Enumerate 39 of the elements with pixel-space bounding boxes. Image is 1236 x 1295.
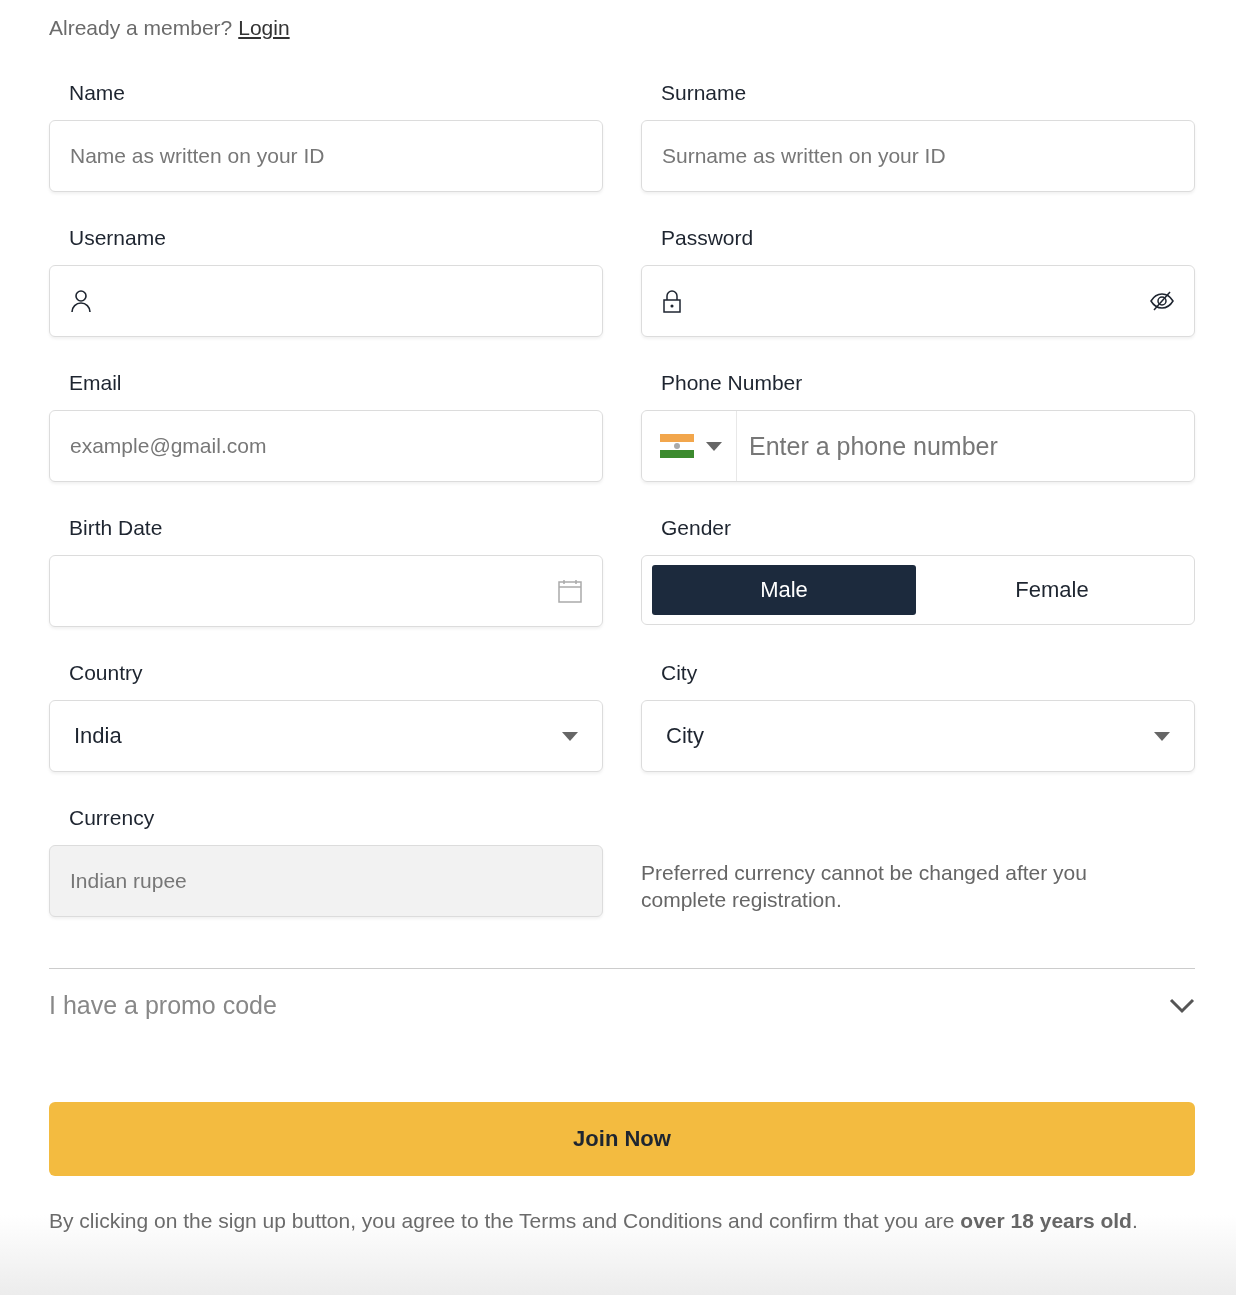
disclaimer-text: By clicking on the sign up button, you agree to the Terms and Conditions and confirm that you are over 18 years old.: [49, 1208, 1139, 1234]
caret-icon: [706, 441, 722, 451]
field-label: City: [660, 660, 699, 686]
field-label: Birth Date: [68, 515, 164, 541]
input-field[interactable]: Name as written on your ID: [49, 120, 603, 192]
field-label: Country: [68, 660, 144, 686]
caret-icon: [1154, 731, 1170, 741]
hidden-eye-icon[interactable]: [1150, 291, 1174, 311]
field-label: Name: [68, 80, 127, 106]
field-label: Currency: [68, 805, 156, 831]
phone-number-input[interactable]: Enter a phone number: [737, 411, 1194, 481]
field-label: Email: [68, 370, 123, 396]
promo-code-toggle[interactable]: I have a promo code: [49, 968, 1195, 1020]
username-field[interactable]: [49, 265, 603, 337]
field-label: Surname: [660, 80, 748, 106]
field-label: Password: [660, 225, 755, 251]
input-field[interactable]: Surname as written on your ID: [641, 120, 1195, 192]
login-link[interactable]: Login: [238, 16, 290, 39]
select-dropdown[interactable]: City: [641, 700, 1195, 772]
gender-option[interactable]: Male: [652, 565, 916, 615]
field-value: Indian rupee: [70, 869, 187, 893]
select-dropdown[interactable]: India: [49, 700, 603, 772]
field-label: Gender: [660, 515, 733, 541]
login-prompt: Already a member?: [49, 16, 233, 39]
chevron-down-icon: [1169, 997, 1195, 1014]
user-icon: [70, 289, 92, 313]
caret-icon: [562, 731, 578, 741]
field-label: Phone Number: [660, 370, 804, 396]
calendar-icon[interactable]: [558, 579, 582, 603]
lock-icon: [662, 289, 682, 313]
gender-option[interactable]: Female: [920, 565, 1184, 615]
join-button[interactable]: Join Now: [49, 1102, 1195, 1176]
help-text: Preferred currency cannot be changed after you complete registration.: [641, 860, 1088, 913]
input-field[interactable]: example@gmail.com: [49, 410, 603, 482]
date-field[interactable]: [49, 555, 603, 627]
password-field[interactable]: [641, 265, 1195, 337]
phone-field[interactable]: Enter a phone number: [641, 410, 1195, 482]
flag-icon: [660, 434, 694, 458]
field-label: Username: [68, 225, 167, 251]
